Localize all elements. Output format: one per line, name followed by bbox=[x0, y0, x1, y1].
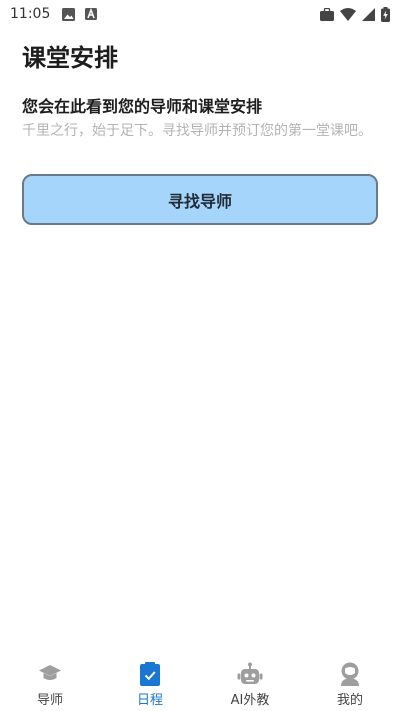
clipboard-check-icon bbox=[137, 661, 163, 687]
tab-label: 导师 bbox=[36, 693, 63, 708]
tab-me[interactable]: 我的 bbox=[300, 655, 400, 711]
status-time: 11:05 bbox=[10, 6, 51, 22]
empty-state-description: 千里之行，始于足下。寻找导师并预订您的第一堂课吧。 bbox=[22, 123, 372, 139]
status-bar: 11:05 bbox=[0, 0, 400, 28]
battery-charging-icon bbox=[381, 6, 390, 22]
profile-icon bbox=[337, 661, 363, 687]
tab-ai-tutor[interactable]: AI外教 bbox=[200, 655, 300, 711]
graduation-cap-icon bbox=[37, 661, 63, 687]
tab-label: AI外教 bbox=[230, 693, 270, 708]
wifi-icon bbox=[340, 7, 356, 21]
tab-schedule[interactable]: 日程 bbox=[100, 655, 200, 711]
briefcase-icon bbox=[320, 7, 334, 21]
find-tutor-button[interactable]: 寻找导师 bbox=[22, 174, 378, 225]
empty-state-heading: 您会在此看到您的导师和课堂安排 bbox=[22, 97, 263, 116]
a-notification-icon bbox=[85, 8, 98, 20]
robot-icon bbox=[237, 661, 263, 687]
tab-label: 我的 bbox=[336, 693, 363, 708]
image-notification-icon bbox=[62, 7, 76, 21]
tab-tutors[interactable]: 导师 bbox=[0, 655, 100, 711]
page-title: 课堂安排 bbox=[22, 44, 118, 72]
bottom-tab-bar: 导师 日程 AI外教 我的 bbox=[0, 655, 400, 711]
cellular-signal-icon bbox=[362, 7, 375, 21]
tab-label: 日程 bbox=[136, 693, 163, 708]
